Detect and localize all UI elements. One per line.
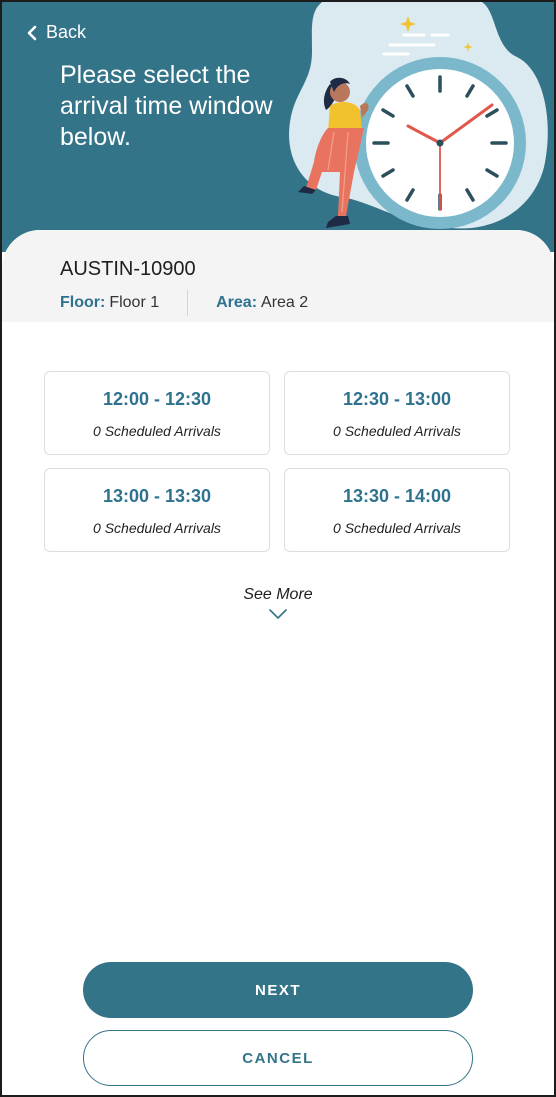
page-title: Please select the arrival time window be… xyxy=(60,61,273,151)
floor-value: Floor 1 xyxy=(109,294,160,311)
time-slot[interactable]: 13:30 - 14:00 0 Scheduled Arrivals xyxy=(284,468,510,552)
chevron-down-icon xyxy=(269,609,287,619)
time-slot-count: 0 Scheduled Arrivals xyxy=(333,520,461,536)
time-slot-grid: 12:00 - 12:30 0 Scheduled Arrivals 12:30… xyxy=(44,371,512,552)
next-button[interactable]: NEXT xyxy=(83,962,473,1018)
time-slot-count: 0 Scheduled Arrivals xyxy=(93,520,221,536)
time-slot-range: 13:30 - 14:00 xyxy=(342,486,452,506)
cancel-button[interactable]: CANCEL xyxy=(83,1030,473,1086)
location-name: AUSTIN-10900 xyxy=(60,258,196,280)
time-slot-range: 13:00 - 13:30 xyxy=(102,486,212,506)
location-panel: AUSTIN-10900 Floor: Floor 1 Area: Area 2 xyxy=(2,230,554,322)
back-label: Back xyxy=(46,22,87,42)
area-value: Area 2 xyxy=(261,294,309,311)
back-button[interactable]: Back xyxy=(26,22,86,43)
time-slot[interactable]: 13:00 - 13:30 0 Scheduled Arrivals xyxy=(44,468,270,552)
content-card: AUSTIN-10900 Floor: Floor 1 Area: Area 2… xyxy=(2,230,554,1095)
time-slot-range: 12:00 - 12:30 xyxy=(102,389,212,409)
location-details: Floor: Floor 1 Area: Area 2 xyxy=(60,290,308,316)
area-label: Area: xyxy=(216,294,258,311)
see-more-button[interactable]: See More xyxy=(2,586,554,620)
clock-illustration xyxy=(289,2,548,229)
app-frame: Back Please select the arrival time wind… xyxy=(0,0,556,1097)
floor-label: Floor: xyxy=(60,294,106,311)
time-slot[interactable]: 12:30 - 13:00 0 Scheduled Arrivals xyxy=(284,371,510,455)
header: Back Please select the arrival time wind… xyxy=(2,2,554,252)
time-slot-count: 0 Scheduled Arrivals xyxy=(93,423,221,439)
time-slot-range: 12:30 - 13:00 xyxy=(342,389,452,409)
see-more-label: See More xyxy=(243,586,313,603)
time-slot-count: 0 Scheduled Arrivals xyxy=(333,423,461,439)
chevron-left-icon xyxy=(27,25,37,40)
time-slot[interactable]: 12:00 - 12:30 0 Scheduled Arrivals xyxy=(44,371,270,455)
location-divider xyxy=(187,290,189,316)
